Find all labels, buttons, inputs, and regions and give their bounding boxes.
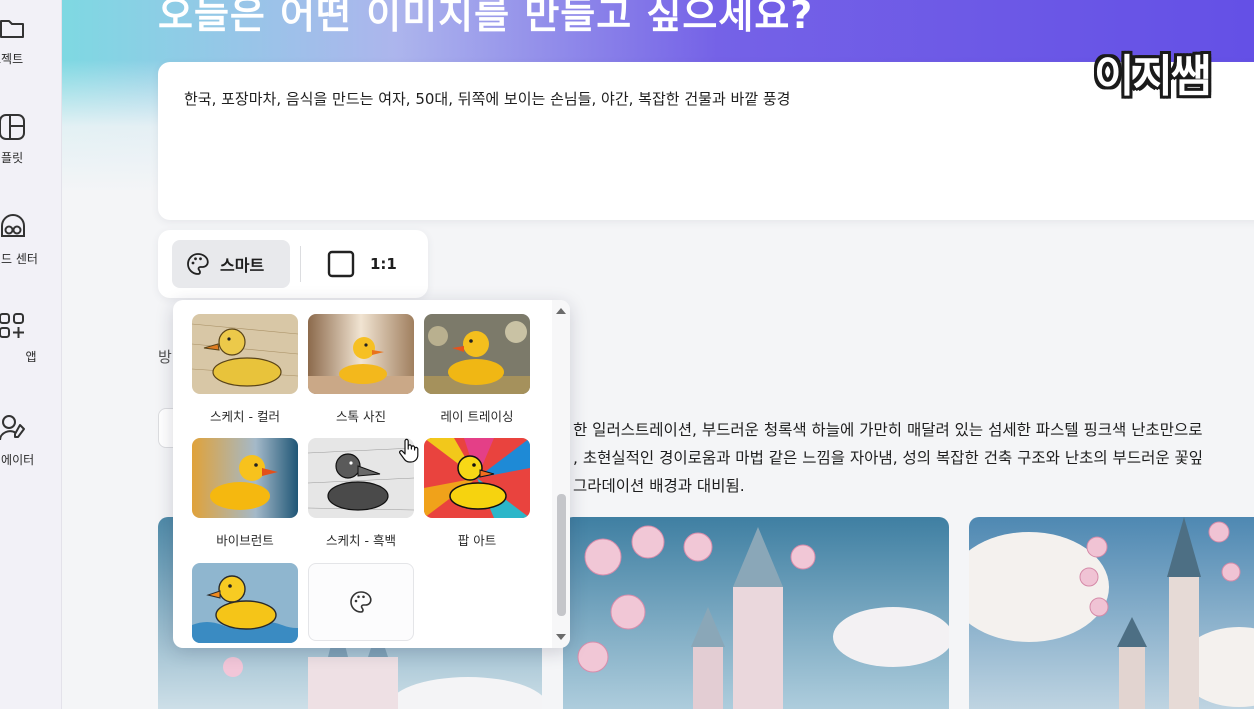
style-option-label: 바이브런트: [216, 533, 274, 548]
aspect-ratio-label: 1:1: [370, 255, 397, 273]
style-picker-dropdown: 스케치 - 컬러 스톡 사진 레이 트레이싱 바이브런트 스케치 - 흑백 팝 …: [173, 300, 570, 648]
dropdown-scrollbar[interactable]: [552, 300, 570, 648]
example-description: 한 일러스트레이션, 부드러운 청록색 하늘에 가만히 매달려 있는 섬세한 파…: [573, 416, 1254, 500]
style-option-label: 팝 아트: [457, 533, 497, 548]
scroll-up-arrow-icon[interactable]: [556, 308, 566, 314]
style-option-label: 스케치 - 컬러: [210, 409, 280, 424]
description-line: 그라데이션 배경과 대비됨.: [573, 477, 745, 495]
style-thumbnail: [192, 314, 298, 394]
palette-icon: [350, 591, 372, 613]
square-ratio-icon: [327, 250, 355, 278]
sidebar-item-creators[interactable]: 리에이터: [0, 413, 62, 468]
description-line: , 초현실적인 경이로움과 마법 같은 느낌을 자아냄, 성의 복잡한 건축 구…: [573, 449, 1204, 467]
style-select-label: 스마트: [220, 256, 265, 275]
example-image[interactable]: [563, 517, 949, 709]
hand-cursor-icon: [399, 438, 419, 463]
creator-icon: [0, 415, 25, 441]
brand-center-icon: [1, 214, 25, 237]
sidebar-item-templates[interactable]: 템플릿: [0, 113, 62, 166]
apps-icon: [0, 313, 24, 338]
sidebar-item-brand-center[interactable]: 랜드 센터: [0, 212, 62, 267]
aspect-ratio-button[interactable]: 1:1: [314, 240, 414, 288]
style-thumbnail: [424, 438, 530, 518]
palette-icon: [187, 253, 209, 275]
prompt-input[interactable]: 한국, 포장마차, 음식을 만드는 여자, 50대, 뒤쪽에 보이는 손님들, …: [158, 62, 1254, 220]
style-option-ray-tracing[interactable]: 레이 트레이싱: [424, 314, 530, 425]
style-select-button[interactable]: 스마트: [172, 240, 290, 288]
sidebar-item-apps[interactable]: 앱: [0, 312, 62, 365]
sidebar-item-label: 앱: [25, 350, 37, 364]
sidebar-item-label: 템플릿: [0, 151, 24, 165]
sidebar-item-projects[interactable]: 로젝트: [0, 14, 62, 67]
custom-style-button[interactable]: [308, 563, 414, 641]
style-option-label: 스톡 사진: [336, 409, 386, 424]
style-toolbar: 스마트 1:1: [158, 230, 428, 298]
watermark-logo: 이지쌤: [1094, 51, 1211, 102]
style-option-cartoon[interactable]: [192, 563, 298, 648]
sidebar: 로젝트 템플릿 랜드 센터 앱 리에이터: [0, 0, 62, 709]
description-line: 한 일러스트레이션, 부드러운 청록색 하늘에 가만히 매달려 있는 섬세한 파…: [573, 421, 1203, 439]
page-title: 오늘은 어떤 이미지를 만들고 싶으세요?: [158, 0, 814, 37]
scroll-down-arrow-icon[interactable]: [556, 634, 566, 640]
style-thumbnail: [192, 438, 298, 518]
template-icon: [0, 114, 25, 140]
style-option-vibrant[interactable]: 바이브런트: [192, 438, 298, 549]
prompt-value: 한국, 포장마차, 음식을 만드는 여자, 50대, 뒤쪽에 보이는 손님들, …: [184, 90, 791, 108]
folder-icon: [0, 20, 24, 38]
sidebar-item-label: 로젝트: [0, 52, 24, 66]
example-image[interactable]: [969, 517, 1254, 709]
style-option-sketch-color[interactable]: 스케치 - 컬러: [192, 314, 298, 425]
custom-style-tile: [308, 563, 414, 641]
style-thumbnail: [424, 314, 530, 394]
toolbar-divider: [300, 246, 301, 282]
style-option-stock-photo[interactable]: 스톡 사진: [308, 314, 414, 425]
style-thumbnail: [308, 314, 414, 394]
style-option-pop-art[interactable]: 팝 아트: [424, 438, 530, 549]
sidebar-item-label: 랜드 센터: [0, 252, 38, 266]
sidebar-item-label: 리에이터: [0, 453, 35, 467]
section-label: 방: [158, 348, 172, 366]
scroll-thumb[interactable]: [557, 494, 566, 616]
style-option-label: 레이 트레이싱: [440, 409, 514, 424]
style-thumbnail: [192, 563, 298, 643]
style-option-label: 스케치 - 흑백: [326, 533, 396, 548]
